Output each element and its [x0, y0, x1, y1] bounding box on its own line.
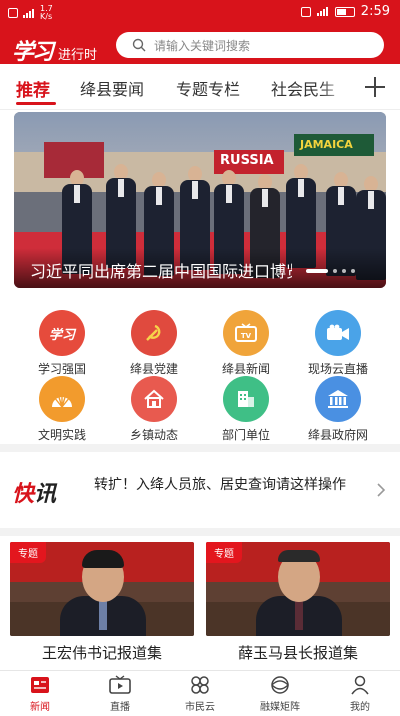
carousel-dot: [351, 269, 355, 273]
xuexi-icon: 学习: [39, 310, 85, 356]
grid-label: 学习强国: [37, 362, 86, 376]
nav-news[interactable]: 新闻: [0, 675, 80, 713]
headline-banner[interactable]: RUSSIA JAMAICA 习近平同出席第二届中国国际进口博览会: [14, 112, 386, 288]
grid-label: 绛县党建: [129, 362, 178, 376]
nav-media-matrix[interactable]: 融媒矩阵: [240, 675, 320, 713]
app-logo: 学习 进行时: [12, 34, 97, 66]
grid-label: 绛县政府网: [307, 428, 368, 442]
topic-badge: 专题: [206, 542, 242, 563]
wifi-icon: [23, 8, 35, 18]
plus-icon: [365, 77, 385, 97]
grid-item-civilization[interactable]: 文明实践: [12, 376, 112, 443]
nav-label: 我的: [350, 702, 370, 713]
network-speed: 1.7 K/s: [40, 4, 53, 21]
shortcut-grid: 学习 学习强国 绛县党建 TV 绛县新闻 现场云直播 文明实践 乡镇动态 部门单…: [0, 300, 400, 443]
tv-icon: TV: [223, 310, 269, 356]
notification-icon: [8, 8, 18, 18]
status-bar: 1.7 K/s 2:59: [0, 0, 400, 24]
feature-card-title: 王宏伟书记报道集: [41, 644, 162, 662]
topic-badge: 专题: [10, 542, 46, 563]
grid-item-live[interactable]: 现场云直播: [288, 310, 388, 377]
feature-card-photo: 专题: [206, 542, 390, 636]
app-header: 1.7 K/s 2:59 学习 进行时 请输入关键词搜索: [0, 0, 400, 66]
flash-news-bar[interactable]: 快讯 转扩！入绛人员旅、居史查询请这样操作: [0, 452, 400, 528]
add-channel-button[interactable]: [350, 64, 400, 109]
user-icon: [349, 675, 371, 695]
carousel-indicator: [306, 269, 355, 273]
chevron-right-icon: [376, 482, 386, 502]
logo-script: 学习: [12, 39, 54, 65]
news-icon: [29, 675, 51, 695]
grid-label: 文明实践: [37, 428, 86, 442]
carousel-dot-active: [306, 269, 328, 273]
matrix-icon: [269, 675, 291, 695]
feature-card-photo: 专题: [10, 542, 194, 636]
sun-rays-icon: [39, 376, 85, 422]
svg-text:TV: TV: [241, 332, 252, 340]
bottom-navigation: 新闻 直播 市民云 融媒矩阵 我的: [0, 670, 400, 716]
nav-label: 新闻: [30, 702, 50, 713]
building-icon: [223, 376, 269, 422]
nav-live[interactable]: 直播: [80, 675, 160, 713]
grid-label: 绛县新闻: [221, 362, 270, 376]
flash-logo-part: 讯: [34, 481, 57, 507]
search-bar[interactable]: 请输入关键词搜索: [116, 32, 384, 58]
grid-label: 部门单位: [221, 428, 270, 442]
logo-subtitle: 进行时: [58, 48, 98, 63]
carousel-dot: [333, 269, 337, 273]
carousel-dot: [342, 269, 346, 273]
live-tv-icon: [109, 675, 131, 695]
mute-icon: [300, 6, 311, 17]
apps-icon: [189, 675, 211, 695]
grid-item-departments[interactable]: 部门单位: [196, 376, 296, 443]
grid-item-xuexi[interactable]: 学习 学习强国: [12, 310, 112, 377]
grid-item-party[interactable]: 绛县党建: [104, 310, 204, 377]
section-divider: [0, 444, 400, 452]
feature-card-county-head[interactable]: 专题 薛玉马县长报道集: [206, 542, 390, 666]
banner-sign-jamaica: JAMAICA: [294, 134, 374, 156]
battery-icon: [334, 6, 355, 17]
section-divider: [0, 528, 400, 536]
category-tabs: 推荐 绛县要闻 专题专栏 社会民生: [0, 64, 400, 110]
house-icon: [131, 376, 177, 422]
flash-news-text: 转扩！入绛人员旅、居史查询请这样操作: [94, 477, 346, 493]
signal-icon: [316, 7, 329, 16]
flash-logo-part: 快: [12, 481, 35, 507]
camera-icon: [315, 310, 361, 356]
active-tab-indicator: [16, 102, 56, 105]
tab-special-topics[interactable]: 专题专栏: [176, 76, 240, 100]
party-emblem-icon: [131, 310, 177, 356]
banner-title: 习近平同出席第二届中国国际进口博览会: [30, 262, 292, 281]
nav-label: 市民云: [185, 702, 215, 713]
feature-card-title: 薛玉马县长报道集: [237, 644, 358, 662]
clock: 2:59: [360, 4, 390, 19]
grid-label: 现场云直播: [307, 362, 368, 376]
grid-item-government-site[interactable]: 绛县政府网: [288, 376, 388, 443]
grid-item-county-news[interactable]: TV 绛县新闻: [196, 310, 296, 377]
nav-citizen-cloud[interactable]: 市民云: [160, 675, 240, 713]
tabs-fade: [320, 64, 350, 109]
nav-profile[interactable]: 我的: [320, 675, 400, 713]
feature-card-secretary[interactable]: 专题 王宏伟书记报道集: [10, 542, 194, 666]
government-icon: [315, 376, 361, 422]
grid-label: 乡镇动态: [129, 428, 178, 442]
search-icon: [132, 38, 146, 52]
nav-label: 直播: [110, 702, 130, 713]
grid-item-township[interactable]: 乡镇动态: [104, 376, 204, 443]
flash-news-logo: 快讯: [12, 476, 56, 508]
tab-county-news[interactable]: 绛县要闻: [80, 76, 144, 100]
nav-label: 融媒矩阵: [260, 702, 300, 713]
tab-recommend[interactable]: 推荐: [16, 76, 50, 101]
search-placeholder: 请输入关键词搜索: [154, 38, 251, 53]
